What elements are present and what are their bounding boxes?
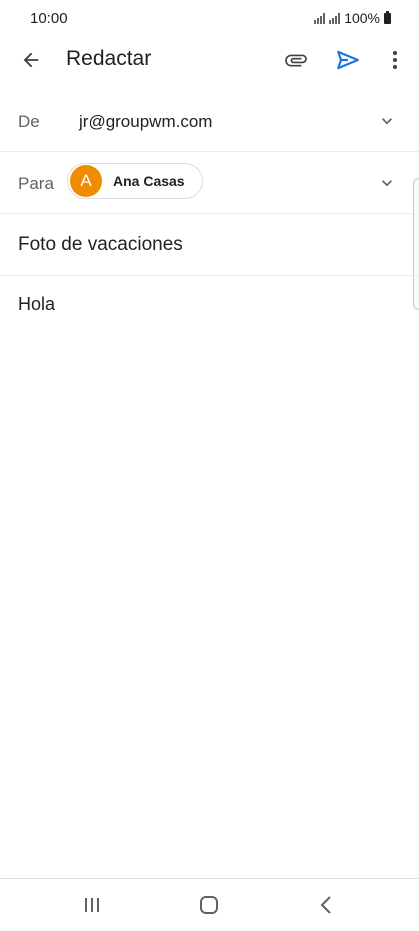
back-button[interactable] [11,40,51,80]
status-indicators: 100% [314,10,391,26]
from-label: De [18,112,40,131]
home-icon [200,896,218,914]
chevron-down-icon [382,118,392,125]
paperclip-icon [285,54,307,67]
to-expand-button[interactable] [377,173,397,193]
home-button[interactable] [194,891,224,919]
subject-field[interactable]: Foto de vacaciones [18,234,183,256]
signal-icon [314,12,326,24]
status-time: 10:00 [30,10,68,27]
battery-percentage: 100% [344,10,380,26]
more-vert-icon [393,51,397,69]
nav-back-button[interactable] [311,891,341,919]
chevron-down-icon [382,180,392,187]
signal-icon [329,12,341,24]
recipient-chip[interactable]: A Ana Casas [67,163,203,199]
more-options-button[interactable] [375,40,415,80]
send-icon [337,50,359,70]
app-bar: Redactar [0,36,419,84]
from-expand-button[interactable] [377,111,397,131]
battery-icon [384,10,391,24]
navigation-bar [0,878,419,931]
recipient-avatar: A [70,165,102,197]
recipient-name: Ana Casas [113,173,185,189]
send-button[interactable] [328,40,368,80]
attach-button[interactable] [276,40,316,80]
to-label: Para [18,174,54,193]
compose-body[interactable]: Hola [18,294,55,315]
from-row: De jr@groupwm.com [0,90,419,152]
subject-row: Foto de vacaciones [0,214,419,276]
page-title: Redactar [66,47,152,70]
back-arrow-icon [23,52,39,68]
recent-apps-icon [85,898,99,912]
from-account[interactable]: jr@groupwm.com [79,112,212,132]
to-row: Para A Ana Casas [0,152,419,214]
recent-apps-button[interactable] [77,891,107,919]
back-icon [320,896,331,914]
status-bar: 10:00 100% [0,0,419,36]
